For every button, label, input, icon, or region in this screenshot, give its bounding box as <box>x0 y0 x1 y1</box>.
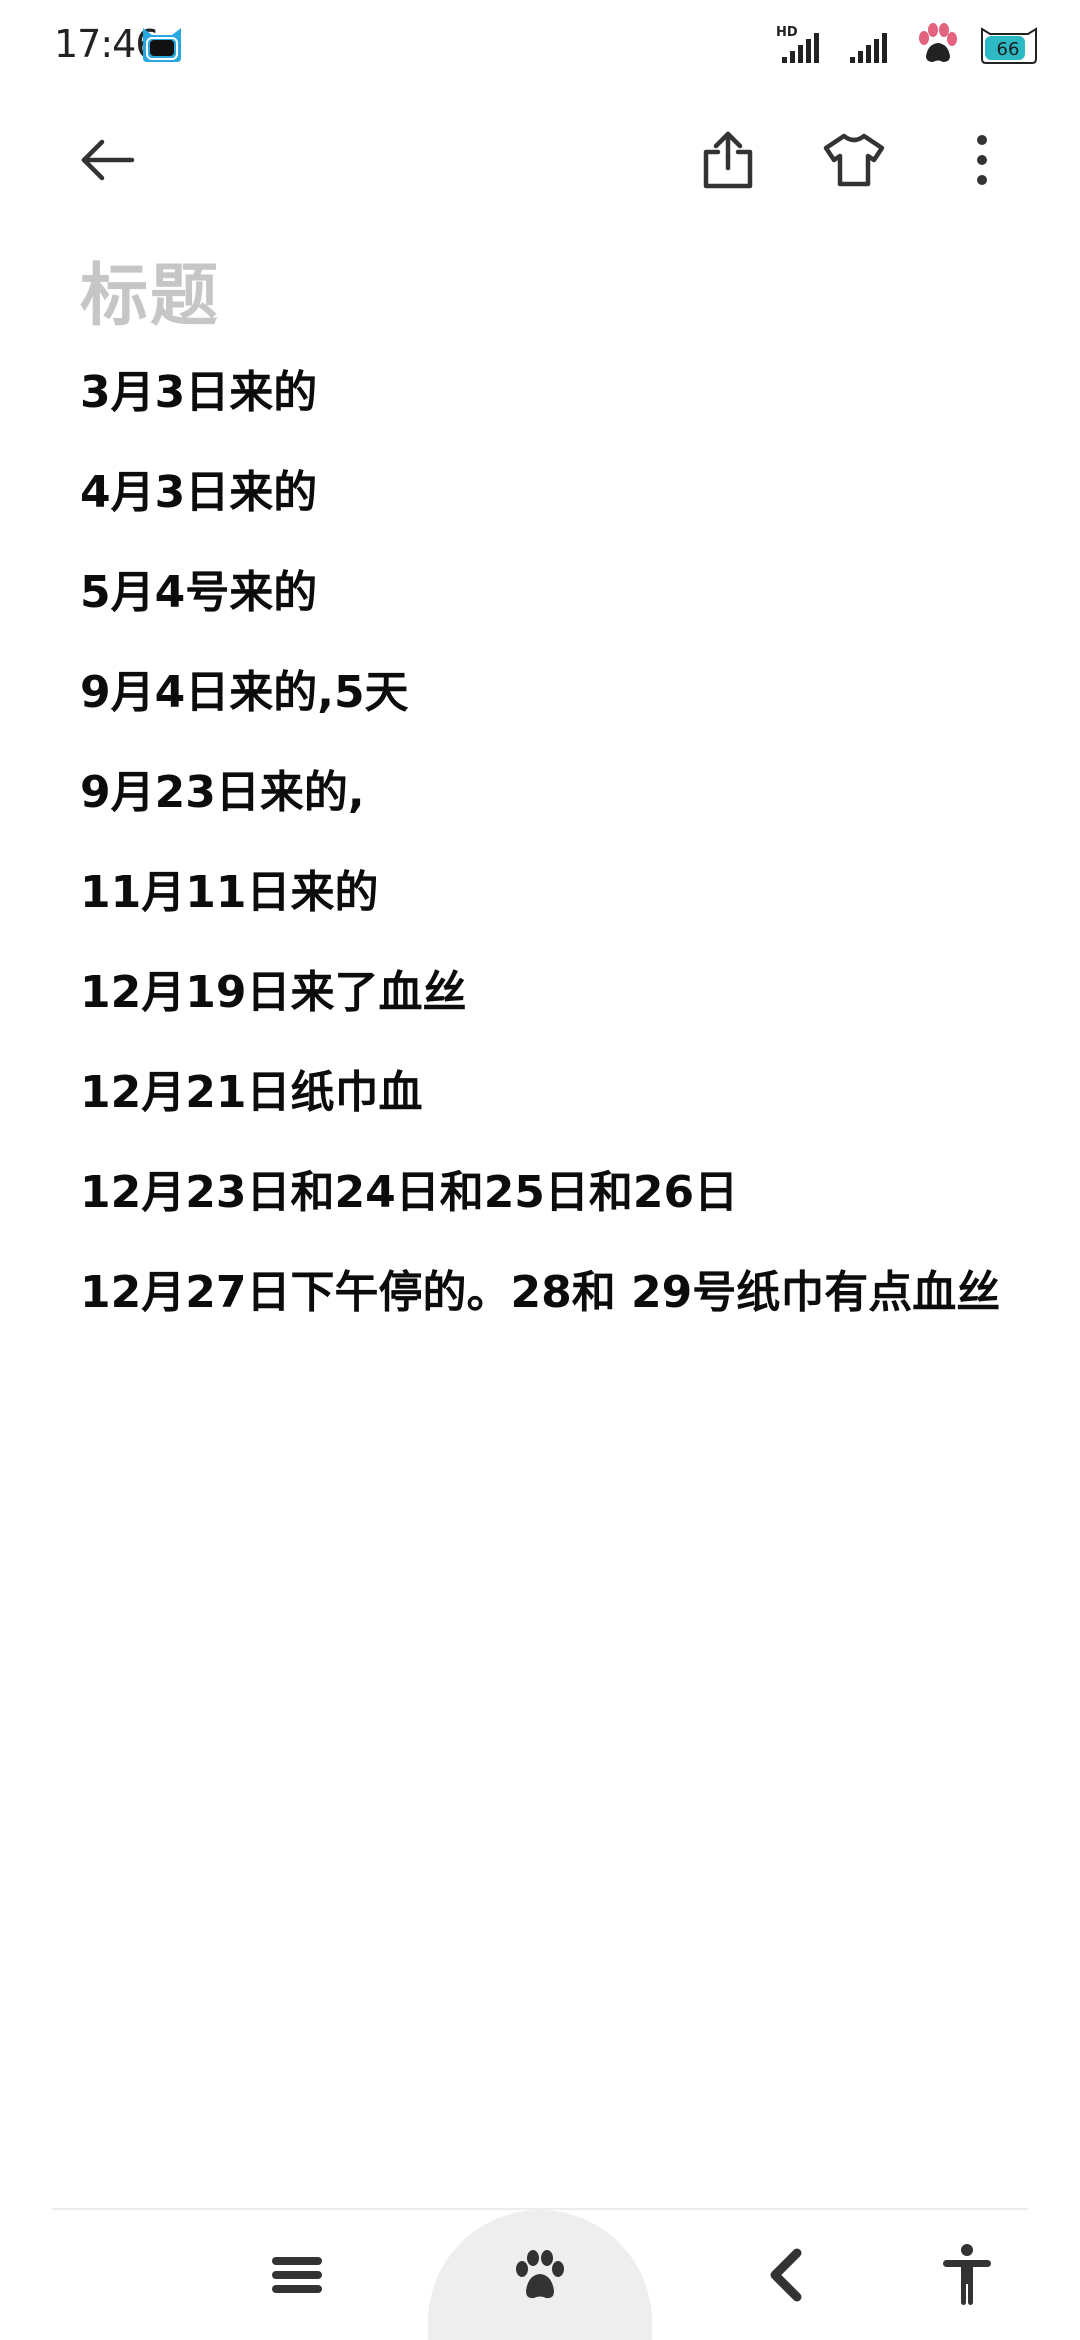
cat-notification-icon <box>143 28 181 62</box>
accessibility-icon <box>943 2244 991 2305</box>
chevron-left-icon <box>770 2248 802 2302</box>
note-line: 12月27日下午停的。28和 29号纸巾有点血丝 <box>80 1267 1001 1318</box>
note-line: 11月11日来的 <box>80 867 379 918</box>
nav-back-button[interactable] <box>730 2210 840 2340</box>
note-line: 3月3日来的 <box>80 367 318 418</box>
battery-level: 66 <box>997 39 1020 60</box>
more-button[interactable] <box>942 120 1022 200</box>
navigation-bar <box>0 2210 1080 2340</box>
battery-icon: 66 <box>981 27 1037 64</box>
status-bar: 17:46 HD 66 <box>0 0 1080 95</box>
share-button[interactable] <box>688 120 768 200</box>
more-vertical-icon <box>977 135 987 185</box>
menu-icon <box>272 2257 322 2293</box>
note-line: 9月4日来的,5天 <box>80 667 409 718</box>
paw-icon <box>516 2250 564 2299</box>
note-line: 9月23日来的, <box>80 767 365 818</box>
paw-status-icon <box>919 23 957 62</box>
status-icons: HD 66 <box>776 22 1040 68</box>
note-line: 4月3日来的 <box>80 467 318 518</box>
signal-icon <box>850 33 887 63</box>
tshirt-icon <box>823 133 885 187</box>
note-toolbar <box>0 110 1080 210</box>
arrow-left-icon <box>81 139 135 181</box>
note-line: 12月19日来了血丝 <box>80 967 467 1018</box>
hd-signal-icon: HD <box>776 25 828 65</box>
share-icon <box>703 131 753 189</box>
note-line: 5月4号来的 <box>80 567 318 618</box>
theme-button[interactable] <box>814 120 894 200</box>
nav-menu-button[interactable] <box>242 2210 352 2340</box>
note-line: 12月23日和24日和25日和26日 <box>80 1167 739 1218</box>
note-line: 12月21日纸巾血 <box>80 1067 423 1118</box>
note-body[interactable]: 3月3日来的 4月3日来的 5月4号来的 9月4日来的,5天 9月23日来的, … <box>80 360 1040 1360</box>
nav-accessibility-button[interactable] <box>912 2210 1022 2340</box>
note-title-input[interactable]: 标题 <box>80 240 220 339</box>
nav-home-button[interactable] <box>428 2210 652 2340</box>
back-button[interactable] <box>68 120 148 200</box>
